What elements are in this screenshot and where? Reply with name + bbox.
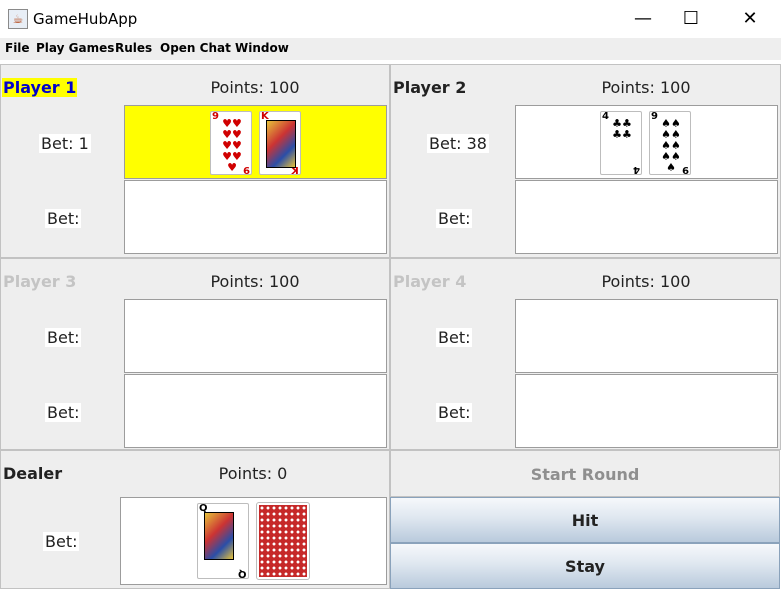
player-1-hand-box: 9 9 ♥♥ ♥♥ ♥♥ ♥♥ ♥ K K [124, 105, 387, 179]
menu-bar: File Play Games Rules Open Chat Window [0, 38, 781, 60]
java-cup-icon: ☕ [8, 9, 28, 29]
face-card-art [266, 120, 296, 168]
window-title: GameHubApp [33, 10, 138, 28]
face-card-art [204, 512, 234, 560]
player-2-panel: Player 2 Points: 100 Bet: 38 Bet: 4 4 ♣♣ … [390, 64, 781, 258]
start-round-button[interactable]: Start Round [390, 450, 780, 497]
player-4-points: Points: 100 [601, 272, 691, 291]
title-bar: ☕ GameHubApp — ☐ ✕ [0, 0, 781, 38]
player-4-name: Player 4 [393, 272, 467, 291]
player-3-bet-1: Bet: [45, 328, 82, 347]
player-2-hand-box: 4 4 ♣♣ ♣♣ 9 9 ♠♠ ♠♠ ♠♠ ♠♠ ♠ [515, 105, 778, 179]
player-1-points: Points: 100 [210, 78, 300, 97]
close-button[interactable]: ✕ [727, 0, 773, 38]
dealer-points: Points: 0 [218, 464, 288, 483]
player-2-name: Player 2 [393, 78, 467, 97]
window-bottom-edge [0, 589, 781, 593]
player-3-panel: Player 3 Points: 100 Bet: Bet: [0, 258, 390, 450]
player-4-split-hand-box [515, 374, 778, 448]
player-1-bet-1: Bet: 1 [39, 134, 91, 153]
player-4-bet-1: Bet: [436, 328, 473, 347]
playing-card: K K [259, 111, 301, 175]
player-1-name: Player 1 [2, 78, 78, 97]
minimize-button[interactable]: — [620, 0, 666, 38]
player-1-panel: Player 1 Points: 100 Bet: 1 Bet: 9 9 ♥♥ ♥… [0, 64, 390, 258]
stay-button[interactable]: Stay [390, 543, 780, 589]
menu-open-chat-window[interactable]: Open Chat Window [160, 41, 289, 55]
playing-card: 9 9 ♠♠ ♠♠ ♠♠ ♠♠ ♠ [649, 111, 691, 175]
player-3-split-hand-box [124, 374, 387, 448]
card-pips: ♣♣ ♣♣ [612, 117, 632, 141]
player-3-points: Points: 100 [210, 272, 300, 291]
player-3-name: Player 3 [3, 272, 77, 291]
player-2-split-hand-box [515, 180, 778, 254]
player-4-panel: Player 4 Points: 100 Bet: Bet: [390, 258, 781, 450]
player-4-bet-2: Bet: [436, 403, 473, 422]
playing-card: Q Q [197, 503, 249, 579]
card-rank: 4 [633, 164, 640, 175]
card-pips: ♥♥ ♥♥ ♥♥ ♥♥ ♥ [222, 117, 242, 174]
maximize-button[interactable]: ☐ [668, 0, 714, 38]
player-1-bet-2: Bet: [45, 209, 82, 228]
player-2-bet-1: Bet: 38 [427, 134, 489, 153]
player-3-bet-2: Bet: [45, 403, 82, 422]
hit-button[interactable]: Hit [390, 497, 780, 543]
dealer-hand-box: Q Q [120, 497, 387, 585]
card-rank: Q [238, 568, 247, 579]
dealer-name: Dealer [3, 464, 63, 483]
card-pips: ♠♠ ♠♠ ♠♠ ♠♠ ♠ [661, 117, 681, 174]
player-2-bet-2: Bet: [436, 209, 473, 228]
playing-card: 9 9 ♥♥ ♥♥ ♥♥ ♥♥ ♥ [210, 111, 252, 175]
menu-file[interactable]: File [5, 41, 30, 55]
dealer-panel: Dealer Points: 0 Bet: Q Q [0, 450, 390, 589]
menu-rules[interactable]: Rules [115, 41, 152, 55]
card-back [256, 502, 310, 580]
playing-card: 4 4 ♣♣ ♣♣ [600, 111, 642, 175]
menu-play-games[interactable]: Play Games [36, 41, 114, 55]
player-4-hand-box [515, 299, 778, 373]
player-2-points: Points: 100 [601, 78, 691, 97]
player-1-split-hand-box [124, 180, 387, 254]
player-3-hand-box [124, 299, 387, 373]
dealer-bet: Bet: [43, 532, 80, 551]
